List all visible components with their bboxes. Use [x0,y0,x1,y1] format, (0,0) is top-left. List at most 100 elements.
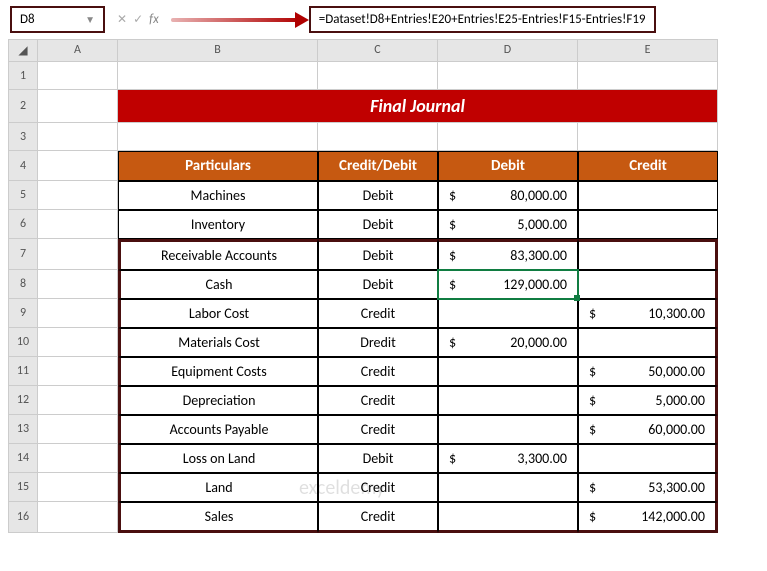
empty[interactable] [38,210,118,239]
money-cell[interactable] [578,444,718,473]
particular-cell[interactable]: Depreciation [118,386,318,415]
money-cell[interactable]: $5,000.00 [438,210,578,239]
cd-cell[interactable]: Debit [318,444,438,473]
empty[interactable] [438,123,578,151]
empty[interactable] [38,239,118,270]
particular-cell[interactable]: Materials Cost [118,328,318,357]
cd-cell[interactable]: Credit [318,299,438,328]
money-cell[interactable]: $129,000.00 [438,270,578,299]
empty[interactable] [438,62,578,90]
cd-cell[interactable]: Debit [318,239,438,270]
col-header-c[interactable]: C [318,39,438,62]
money-cell[interactable]: $3,300.00 [438,444,578,473]
row-header[interactable]: 7 [8,239,38,270]
empty[interactable] [318,62,438,90]
money-cell[interactable] [438,386,578,415]
money-cell[interactable] [578,210,718,239]
particular-cell[interactable]: Inventory [118,210,318,239]
row-header[interactable]: 6 [8,210,38,239]
empty[interactable] [38,357,118,386]
col-header-e[interactable]: E [578,39,718,62]
formula-input[interactable]: =Dataset!D8+Entries!E20+Entries!E25-Entr… [309,6,656,33]
money-cell[interactable]: $142,000.00 [578,502,718,533]
particular-cell[interactable]: Land [118,473,318,502]
money-cell[interactable] [438,299,578,328]
empty[interactable] [38,181,118,210]
empty[interactable] [38,62,118,90]
row-header[interactable]: 12 [8,386,38,415]
empty[interactable] [38,270,118,299]
row-header[interactable]: 14 [8,444,38,473]
row-header[interactable]: 16 [8,502,38,533]
row-header[interactable]: 13 [8,415,38,444]
empty[interactable] [38,386,118,415]
col-header-b[interactable]: B [118,39,318,62]
row-header[interactable]: 11 [8,357,38,386]
fill-handle[interactable] [574,295,580,301]
money-cell[interactable]: $50,000.00 [578,357,718,386]
name-box[interactable]: D8 ▼ [10,6,105,33]
row-header[interactable]: 10 [8,328,38,357]
row-header[interactable]: 8 [8,270,38,299]
cd-cell[interactable]: Debit [318,270,438,299]
fx-icon[interactable]: fx [149,12,159,27]
empty[interactable] [38,328,118,357]
particular-cell[interactable]: Equipment Costs [118,357,318,386]
particular-cell[interactable]: Machines [118,181,318,210]
empty[interactable] [38,502,118,533]
money-cell[interactable] [578,328,718,357]
particular-cell[interactable]: Loss on Land [118,444,318,473]
money-cell[interactable] [578,181,718,210]
empty[interactable] [118,62,318,90]
money-cell[interactable] [438,473,578,502]
chevron-down-icon[interactable]: ▼ [85,13,95,26]
money-cell[interactable] [438,357,578,386]
select-all-corner[interactable]: ◢ [8,39,38,62]
cd-cell[interactable]: Creditexceldemy [318,473,438,502]
cd-cell[interactable]: Credit [318,357,438,386]
particular-cell[interactable]: Labor Cost [118,299,318,328]
empty[interactable] [578,62,718,90]
money-cell[interactable] [438,415,578,444]
row-header[interactable]: 5 [8,181,38,210]
empty[interactable] [38,444,118,473]
money-cell[interactable]: $5,000.00 [578,386,718,415]
money-cell[interactable] [438,502,578,533]
col-header-d[interactable]: D [438,39,578,62]
money-cell[interactable]: $83,300.00 [438,239,578,270]
money-cell[interactable]: $10,300.00 [578,299,718,328]
particular-cell[interactable]: Cash [118,270,318,299]
empty[interactable] [318,123,438,151]
empty[interactable] [38,473,118,502]
particular-cell[interactable]: Accounts Payable [118,415,318,444]
row-header[interactable]: 9 [8,299,38,328]
row-header[interactable]: 4 [8,151,38,181]
cd-cell[interactable]: Credit [318,502,438,533]
particular-cell[interactable]: Sales [118,502,318,533]
empty[interactable] [38,299,118,328]
cancel-icon[interactable]: ✕ [117,12,127,27]
empty[interactable] [38,90,118,123]
empty[interactable] [38,415,118,444]
cd-cell[interactable]: Debit [318,210,438,239]
row-header[interactable]: 1 [8,62,38,90]
row-header[interactable]: 15 [8,473,38,502]
money-cell[interactable]: $60,000.00 [578,415,718,444]
cd-cell[interactable]: Credit [318,386,438,415]
empty[interactable] [38,123,118,151]
cd-cell[interactable]: Dredit [318,328,438,357]
money-cell[interactable]: $53,300.00 [578,473,718,502]
empty[interactable] [578,123,718,151]
col-header-a[interactable]: A [38,39,118,62]
empty[interactable] [118,123,318,151]
money-cell[interactable] [578,239,718,270]
empty[interactable] [38,151,118,181]
cd-cell[interactable]: Debit [318,181,438,210]
row-header[interactable]: 3 [8,123,38,151]
check-icon[interactable]: ✓ [133,12,143,27]
money-cell[interactable]: $80,000.00 [438,181,578,210]
money-cell[interactable] [578,270,718,299]
particular-cell[interactable]: Receivable Accounts [118,239,318,270]
money-cell[interactable]: $20,000.00 [438,328,578,357]
cd-cell[interactable]: Credit [318,415,438,444]
